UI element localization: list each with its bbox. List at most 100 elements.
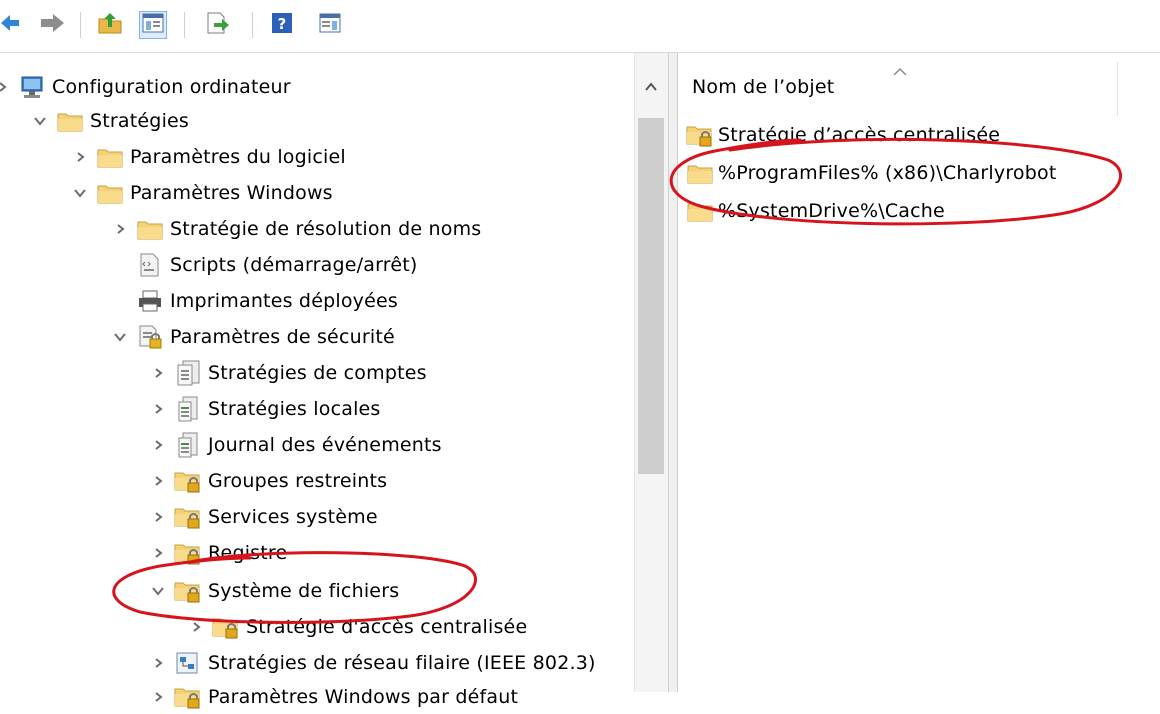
- policy-icon: [174, 360, 202, 386]
- console-tree-icon: [142, 13, 164, 37]
- chevron-down-icon[interactable]: [110, 327, 130, 347]
- tree-item-journal-evenements[interactable]: Journal des événements: [148, 428, 442, 462]
- chevron-right-icon[interactable]: [148, 435, 168, 455]
- chevron-right-icon[interactable]: [70, 147, 90, 167]
- list-item[interactable]: %SystemDrive%\Cache: [686, 194, 945, 228]
- tree-item-reseau-filaire[interactable]: Stratégies de réseau filaire (IEEE 802.3…: [148, 646, 596, 680]
- tree-item-label: Stratégies locales: [208, 398, 381, 420]
- chevron-right-icon[interactable]: [148, 399, 168, 419]
- scroll-up-button[interactable]: [638, 74, 664, 98]
- tree-item-label: Stratégies de comptes: [208, 362, 427, 384]
- help-button[interactable]: ?: [268, 11, 296, 39]
- chevron-down-icon[interactable]: [30, 111, 50, 131]
- policy-icon: [174, 432, 202, 458]
- chevron-right-icon[interactable]: [110, 219, 130, 239]
- locked-folder-icon: [686, 122, 714, 148]
- tree-item-parametres-windows[interactable]: Paramètres Windows: [70, 176, 333, 210]
- tree-item-groupes-restreints[interactable]: Groupes restreints: [148, 464, 387, 498]
- tree-item-label: Configuration ordinateur: [52, 76, 291, 98]
- up-folder-button[interactable]: [96, 11, 124, 39]
- list-item-label: %SystemDrive%\Cache: [718, 200, 945, 222]
- locked-folder-icon: [174, 684, 202, 710]
- tree-item-parametres-securite[interactable]: Paramètres de sécurité: [110, 320, 395, 354]
- folder-icon: [686, 160, 714, 186]
- computer-icon: [18, 74, 46, 100]
- folder-icon: [56, 108, 84, 134]
- folder-icon: [96, 144, 124, 170]
- tree-item-strategies[interactable]: Stratégies: [30, 104, 189, 138]
- tree-item-label: Stratégie de résolution de noms: [170, 218, 482, 240]
- script-icon: [136, 252, 164, 278]
- network-policy-icon: [174, 650, 202, 676]
- locked-folder-icon: [174, 504, 202, 530]
- forward-button[interactable]: [38, 11, 66, 39]
- tree-item-strategie-acces-centralisee[interactable]: Stratégie d'accès centralisée: [186, 610, 527, 644]
- chevron-right-icon[interactable]: [148, 687, 168, 707]
- column-header-nom-objet[interactable]: Nom de l’objet: [678, 62, 1118, 116]
- export-icon: [205, 11, 231, 39]
- chevron-down-icon[interactable]: [148, 581, 168, 601]
- tree-item-systeme-fichiers[interactable]: Système de fichiers: [148, 574, 399, 608]
- tree-item-imprimantes[interactable]: Imprimantes déployées: [136, 284, 398, 318]
- svg-text:?: ?: [278, 15, 287, 33]
- tree-item-label: Système de fichiers: [208, 580, 400, 602]
- chevron-right-icon[interactable]: [148, 543, 168, 563]
- tree-item-services-systeme[interactable]: Services système: [148, 500, 378, 534]
- tree-item-label: Imprimantes déployées: [170, 290, 398, 312]
- tree-item-label: Journal des événements: [208, 434, 442, 456]
- tree-item-label: Paramètres Windows: [130, 182, 333, 204]
- action-pane-icon: [319, 13, 341, 37]
- folder-icon: [136, 216, 164, 242]
- tree-item-strategies-locales[interactable]: Stratégies locales: [148, 392, 381, 426]
- chevron-right-icon[interactable]: [186, 617, 206, 637]
- chevron-right-icon[interactable]: [148, 471, 168, 491]
- chevron-up-icon: [644, 77, 658, 96]
- toolbar: ?: [0, 0, 1160, 53]
- policy-icon: [174, 396, 202, 422]
- tree-item-label: Groupes restreints: [208, 470, 388, 492]
- locked-folder-icon: [174, 578, 202, 604]
- tree-item-label: Services système: [208, 506, 378, 528]
- up-folder-icon: [97, 11, 123, 39]
- tree-item-label: Stratégies: [90, 110, 190, 132]
- tree-scrollbar-thumb[interactable]: [638, 118, 664, 474]
- locked-folder-icon: [212, 614, 240, 640]
- tree-item-label: Stratégie d'accès centralisée: [246, 616, 528, 638]
- column-header-label: Nom de l’objet: [692, 76, 835, 98]
- chevron-right-icon[interactable]: [0, 77, 12, 97]
- tree-item-parametres-logiciel[interactable]: Paramètres du logiciel: [70, 140, 346, 174]
- chevron-right-icon[interactable]: [148, 653, 168, 673]
- security-icon: [136, 324, 164, 350]
- locked-folder-icon: [174, 540, 202, 566]
- list-item-label: Stratégie d’accès centralisée: [718, 124, 1001, 146]
- locked-folder-icon: [174, 468, 202, 494]
- show-action-pane-button[interactable]: [316, 11, 344, 39]
- tree-item-resolution-noms[interactable]: Stratégie de résolution de noms: [110, 212, 481, 246]
- chevron-right-icon[interactable]: [148, 363, 168, 383]
- tree-item-label: Paramètres de sécurité: [170, 326, 395, 348]
- help-icon: ?: [270, 11, 294, 39]
- printer-icon: [136, 288, 164, 314]
- arrow-left-icon: [0, 13, 21, 37]
- tree-item-configuration-ordinateur[interactable]: Configuration ordinateur: [0, 70, 291, 104]
- tree-item-label: Paramètres Windows par défaut: [208, 686, 519, 708]
- tree-item-label: Registre: [208, 542, 288, 564]
- export-list-button[interactable]: [204, 11, 232, 39]
- show-hide-tree-button[interactable]: [139, 11, 167, 39]
- folder-icon: [96, 180, 124, 206]
- arrow-right-icon: [38, 12, 66, 38]
- chevron-down-icon[interactable]: [70, 183, 90, 203]
- list-item-label: %ProgramFiles% (x86)\Charlyrobot: [718, 162, 1057, 184]
- folder-icon: [686, 198, 714, 224]
- back-button[interactable]: [0, 11, 24, 39]
- tree-item-scripts[interactable]: Scripts (démarrage/arrêt): [136, 248, 418, 282]
- tree-item-parametres-windows-defaut[interactable]: Paramètres Windows par défaut: [148, 680, 518, 714]
- tree-item-registre[interactable]: Registre: [148, 536, 287, 570]
- tree-item-label: Stratégies de réseau filaire (IEEE 802.3…: [208, 652, 596, 674]
- list-item[interactable]: Stratégie d’accès centralisée: [686, 118, 1000, 152]
- pane-splitter[interactable]: [668, 53, 678, 692]
- tree-item-strategies-comptes[interactable]: Stratégies de comptes: [148, 356, 427, 390]
- tree-item-label: Scripts (démarrage/arrêt): [170, 254, 418, 276]
- chevron-right-icon[interactable]: [148, 507, 168, 527]
- list-item[interactable]: %ProgramFiles% (x86)\Charlyrobot: [686, 156, 1057, 190]
